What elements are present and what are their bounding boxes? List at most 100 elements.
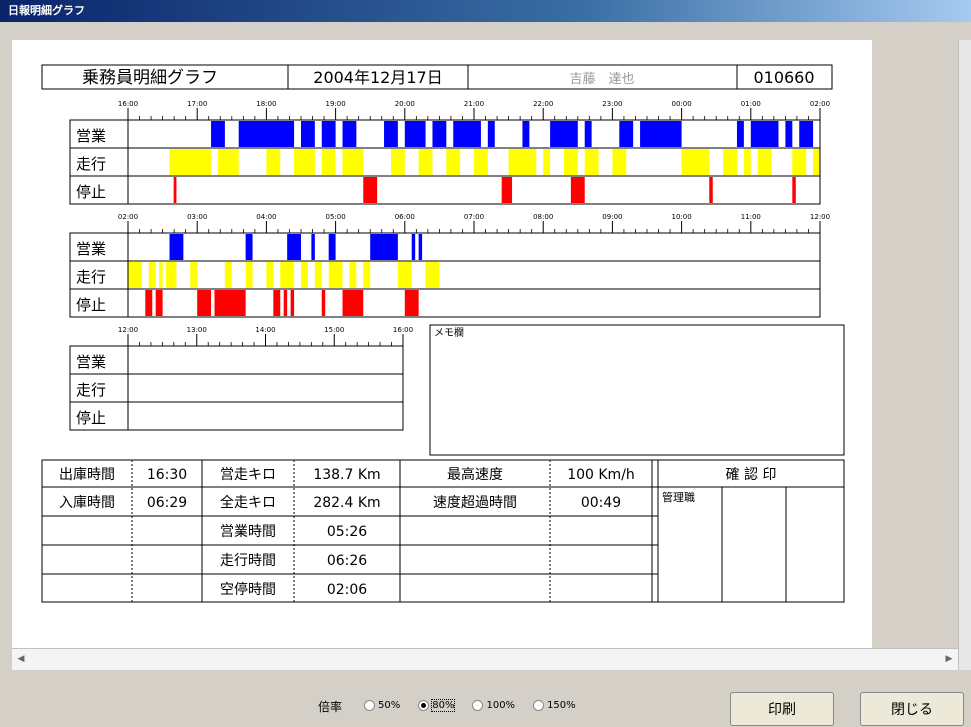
memo-box: メモ欄 — [429, 324, 845, 456]
zoom-option-80[interactable]: 80% — [418, 699, 456, 712]
time-tick-label: 11:00 — [741, 213, 761, 221]
activity-bar-stop — [197, 290, 212, 316]
run-time-value: 06:26 — [327, 553, 367, 569]
activity-bar-business — [487, 121, 495, 147]
time-tick-label: 02:00 — [118, 213, 138, 221]
time-tick-label: 12:00 — [118, 326, 138, 334]
radio-icon[interactable] — [364, 700, 375, 711]
timeline-chart-3: 12:00 13:00 14:00 15:00 16:00 営業走行停止 — [69, 326, 413, 431]
activity-bar-running — [723, 149, 737, 175]
report-title: 乗務員明細グラフ — [82, 68, 218, 88]
zoom-option-50[interactable]: 50% — [364, 700, 400, 711]
activity-bar-business — [584, 121, 592, 147]
row-label-business: 営業 — [76, 240, 106, 258]
radio-icon[interactable] — [472, 700, 484, 711]
activity-bar-running — [128, 262, 142, 288]
activity-bar-business — [799, 121, 814, 147]
activity-bar-running — [792, 149, 807, 175]
activity-bar-stop — [404, 290, 419, 316]
time-tick-label: 05:00 — [326, 213, 346, 221]
right-margin — [872, 40, 958, 648]
time-tick-label: 07:00 — [464, 213, 484, 221]
row-label-stop: 停止 — [76, 409, 106, 427]
activity-bar-running — [342, 149, 364, 175]
activity-bar-running — [390, 149, 405, 175]
time-tick-label: 09:00 — [602, 213, 622, 221]
radio-icon[interactable] — [533, 700, 545, 711]
time-tick-label: 23:00 — [602, 100, 622, 108]
activity-bar-business — [301, 121, 315, 147]
activity-bar-business — [321, 121, 336, 147]
activity-bar-running — [612, 149, 627, 175]
overspeed-value: 00:49 — [581, 495, 621, 511]
activity-bar-running — [681, 149, 710, 175]
activity-bar-business — [418, 234, 423, 260]
zoom-option-100[interactable]: 100% — [472, 700, 515, 711]
radio-selected-icon[interactable] — [418, 700, 430, 711]
max-speed-label: 最高速度 — [447, 466, 503, 483]
business-time-label: 営業時間 — [220, 524, 276, 540]
memo-label: メモ欄 — [434, 326, 464, 339]
activity-bar-running — [266, 149, 281, 175]
activity-bar-running — [314, 262, 322, 288]
activity-bar-running — [508, 149, 537, 175]
chart-frame — [69, 345, 404, 431]
activity-bar-business — [245, 234, 253, 260]
activity-bar-stop — [570, 177, 585, 203]
business-km-value: 138.7 Km — [313, 467, 380, 483]
horizontal-scrollbar[interactable]: ◀ ▶ — [12, 648, 958, 671]
close-button[interactable]: 閉じる — [860, 692, 964, 726]
print-button[interactable]: 印刷 — [730, 692, 834, 726]
time-tick-label: 19:00 — [326, 100, 346, 108]
scroll-left-icon[interactable]: ◀ — [14, 652, 28, 666]
activity-bar-business — [404, 121, 426, 147]
max-speed-value: 100 Km/h — [567, 467, 635, 483]
activity-bar-running — [294, 149, 315, 175]
activity-bar-running — [328, 262, 343, 288]
activity-bar-stop — [363, 177, 378, 203]
row-label-running: 走行 — [76, 381, 106, 399]
activity-bar-business — [211, 121, 225, 147]
idle-time-value: 02:06 — [327, 582, 367, 598]
activity-bar-stop — [501, 177, 513, 203]
time-tick-label: 00:00 — [672, 100, 692, 108]
activity-bar-running — [563, 149, 578, 175]
time-tick-label: 12:00 — [810, 213, 830, 221]
activity-bar-business — [169, 234, 184, 260]
overspeed-label: 速度超過時間 — [433, 495, 517, 511]
zoom-option-150[interactable]: 150% — [533, 700, 576, 711]
driver-name: 吉藤 達也 — [569, 72, 634, 87]
manager-label: 管理職 — [662, 490, 695, 504]
total-km-label: 全走キロ — [220, 494, 276, 511]
return-value: 06:29 — [147, 495, 187, 511]
activity-bar-business — [370, 234, 398, 260]
time-tick-label: 22:00 — [533, 100, 553, 108]
activity-bar-business — [522, 121, 530, 147]
activity-bar-stop — [792, 177, 796, 203]
activity-bar-running — [280, 262, 295, 288]
activity-bar-running — [349, 262, 357, 288]
driver-id: 010660 — [753, 68, 814, 87]
activity-bar-business — [411, 234, 416, 260]
activity-bar-business — [785, 121, 793, 147]
activity-bar-running — [425, 262, 440, 288]
time-tick-label: 06:00 — [395, 213, 415, 221]
depart-label: 出庫時間 — [59, 466, 115, 483]
activity-bar-running — [217, 149, 239, 175]
zoom-label: 倍率 — [318, 700, 343, 714]
activity-bar-business — [287, 234, 301, 260]
window-title: 日報明細グラフ — [8, 4, 85, 17]
window-titlebar: 日報明細グラフ — [0, 0, 971, 22]
time-tick-label: 15:00 — [324, 326, 344, 334]
activity-bar-running — [266, 262, 274, 288]
time-tick-label: 18:00 — [256, 100, 276, 108]
report-date: 2004年12月17日 — [313, 68, 442, 87]
activity-bar-business — [453, 121, 481, 147]
scroll-right-icon[interactable]: ▶ — [942, 652, 956, 666]
time-tick-label: 20:00 — [395, 100, 415, 108]
business-km-label: 営走キロ — [220, 467, 276, 483]
vertical-scrollbar[interactable] — [958, 40, 971, 670]
return-label: 入庫時間 — [59, 494, 115, 511]
activity-bar-business — [432, 121, 447, 147]
activity-bar-running — [166, 262, 177, 288]
